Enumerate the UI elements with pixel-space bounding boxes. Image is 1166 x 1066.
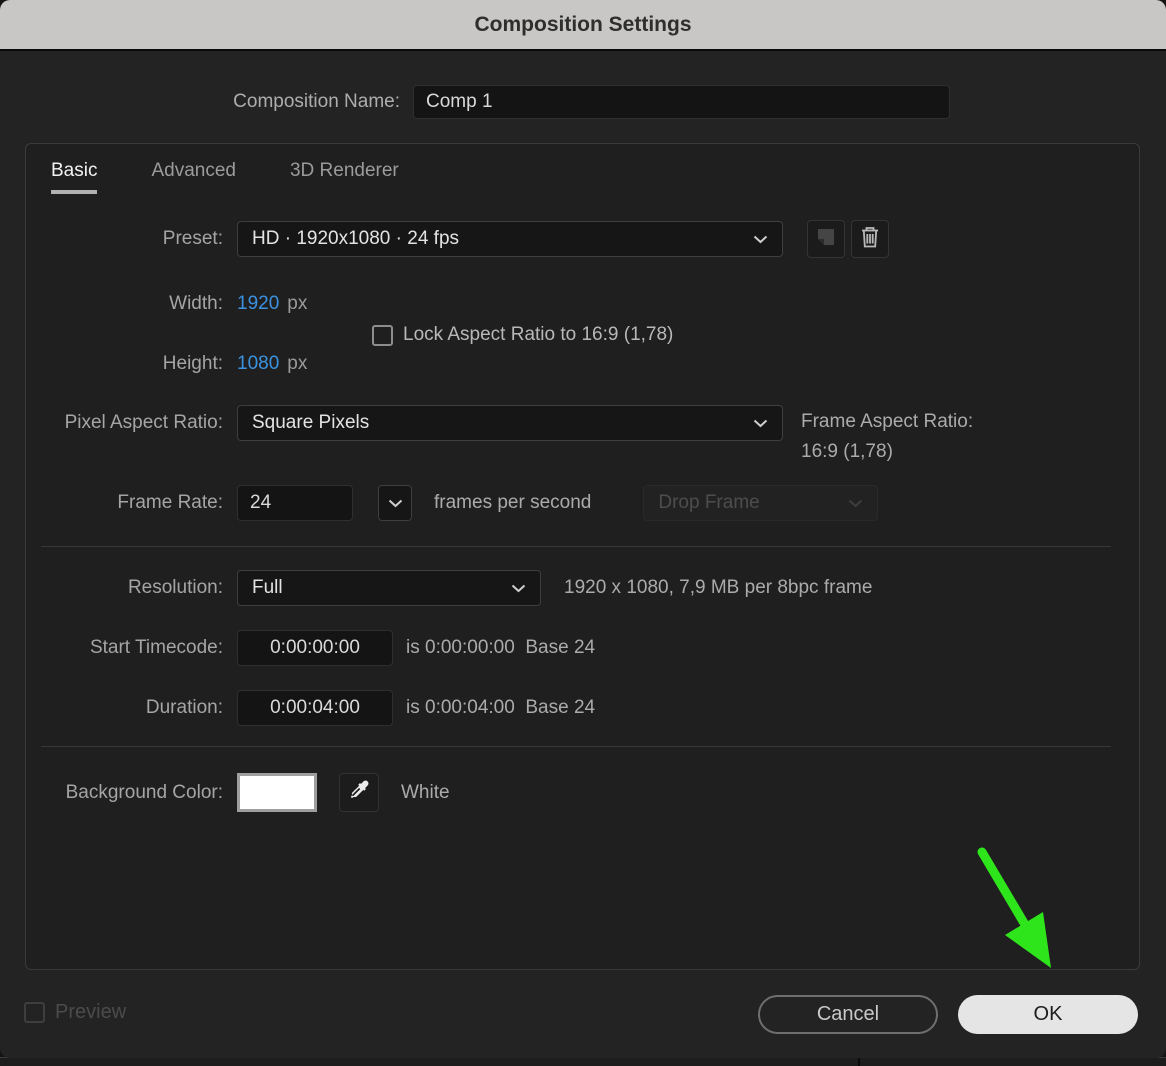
height-row: Height: 1080 px [26,350,308,378]
pixel-aspect-ratio-label: Pixel Aspect Ratio: [64,412,223,433]
resolution-info: 1920 x 1080, 7,9 MB per 8bpc frame [564,577,873,598]
lock-aspect-row: Lock Aspect Ratio to 16:9 (1,78) [372,324,673,346]
frame-rate-dropdown-button[interactable] [378,485,412,521]
background-color-label: Background Color: [65,781,223,803]
preset-select-value: HD · 1920x1080 · 24 fps [252,228,460,249]
preview-row: Preview [24,1001,126,1024]
pixel-aspect-ratio-row: Pixel Aspect Ratio: Square Pixels [26,405,783,441]
resolution-value: Full [252,577,283,598]
pixel-aspect-ratio-value: Square Pixels [252,412,370,433]
composition-settings-dialog: Composition Settings Composition Name: B… [0,0,1166,1058]
duration-row: Duration: is 0:00:04:00 Base 24 [26,690,595,726]
lock-aspect-checkbox[interactable] [372,324,393,346]
frame-rate-input[interactable] [237,485,353,521]
height-unit: px [287,353,308,374]
eyedropper-icon [348,779,370,806]
preset-save-button[interactable] [807,220,845,258]
preview-checkbox [24,1002,45,1023]
frame-rate-row: Frame Rate: frames per second Drop Frame [26,485,879,521]
tab-bar: Basic Advanced 3D Renderer [51,160,399,194]
preset-delete-button[interactable] [851,220,889,258]
width-label: Width: [169,293,223,314]
chevron-down-icon [388,492,403,514]
trash-icon [859,225,881,254]
separator [41,546,1111,547]
window-title: Composition Settings [474,12,692,36]
background-color-name: White [401,781,450,803]
chevron-down-icon [511,577,526,599]
cancel-button[interactable]: Cancel [758,995,938,1034]
resolution-row: Resolution: Full 1920 x 1080, 7,9 MB per… [26,570,872,606]
duration-info: is 0:00:04:00 Base 24 [406,697,596,718]
chevron-down-icon [753,412,768,434]
frame-rate-suffix: frames per second [434,492,592,513]
duration-input[interactable] [237,690,393,726]
tab-basic[interactable]: Basic [51,160,98,194]
composition-name-input[interactable] [413,85,950,119]
frame-rate-label: Frame Rate: [117,492,223,513]
pixel-aspect-ratio-select[interactable]: Square Pixels [237,405,783,441]
chevron-down-icon [848,492,863,514]
duration-label: Duration: [145,697,223,718]
resolution-label: Resolution: [127,577,223,598]
height-value[interactable]: 1080 [237,353,279,375]
preset-row: Preset: HD · 1920x1080 · 24 fps [26,220,889,258]
preview-label: Preview [55,1001,127,1023]
start-timecode-info: is 0:00:00:00 Base 24 [406,637,596,658]
frame-aspect-ratio-label: Frame Aspect Ratio: [801,411,974,432]
background-color-row: Background Color: White [26,773,450,812]
window-titlebar[interactable]: Composition Settings [0,0,1166,51]
frame-aspect-ratio-block: Frame Aspect Ratio: 16:9 (1,78) [801,407,973,467]
start-timecode-row: Start Timecode: is 0:00:00:00 Base 24 [26,630,595,666]
tab-advanced[interactable]: Advanced [151,160,236,194]
width-value[interactable]: 1920 [237,293,279,315]
tab-3d-renderer[interactable]: 3D Renderer [290,160,399,194]
drop-frame-select: Drop Frame [643,485,879,521]
width-row: Width: 1920 px [26,290,307,318]
preset-label: Preset: [162,228,223,249]
frame-aspect-ratio-value: 16:9 (1,78) [801,441,893,462]
start-timecode-label: Start Timecode: [89,637,223,658]
settings-panel: Basic Advanced 3D Renderer Preset: HD · … [25,143,1140,970]
screen: Composition Settings Composition Name: B… [0,0,1166,1066]
separator [41,746,1111,747]
app-panel-divider [858,1058,860,1066]
preset-select[interactable]: HD · 1920x1080 · 24 fps [237,221,783,257]
background-color-swatch[interactable] [237,773,317,812]
new-preset-icon [815,226,837,253]
start-timecode-input[interactable] [237,630,393,666]
height-label: Height: [162,353,223,374]
eyedropper-button[interactable] [339,773,379,812]
lock-aspect-label: Lock Aspect Ratio to 16:9 (1,78) [403,324,674,345]
composition-name-label: Composition Name: [233,91,400,112]
width-unit: px [287,293,308,314]
app-background-strip [0,1057,1166,1066]
chevron-down-icon [753,228,768,250]
drop-frame-value: Drop Frame [658,492,760,513]
resolution-select[interactable]: Full [237,570,541,606]
ok-button[interactable]: OK [958,995,1138,1034]
